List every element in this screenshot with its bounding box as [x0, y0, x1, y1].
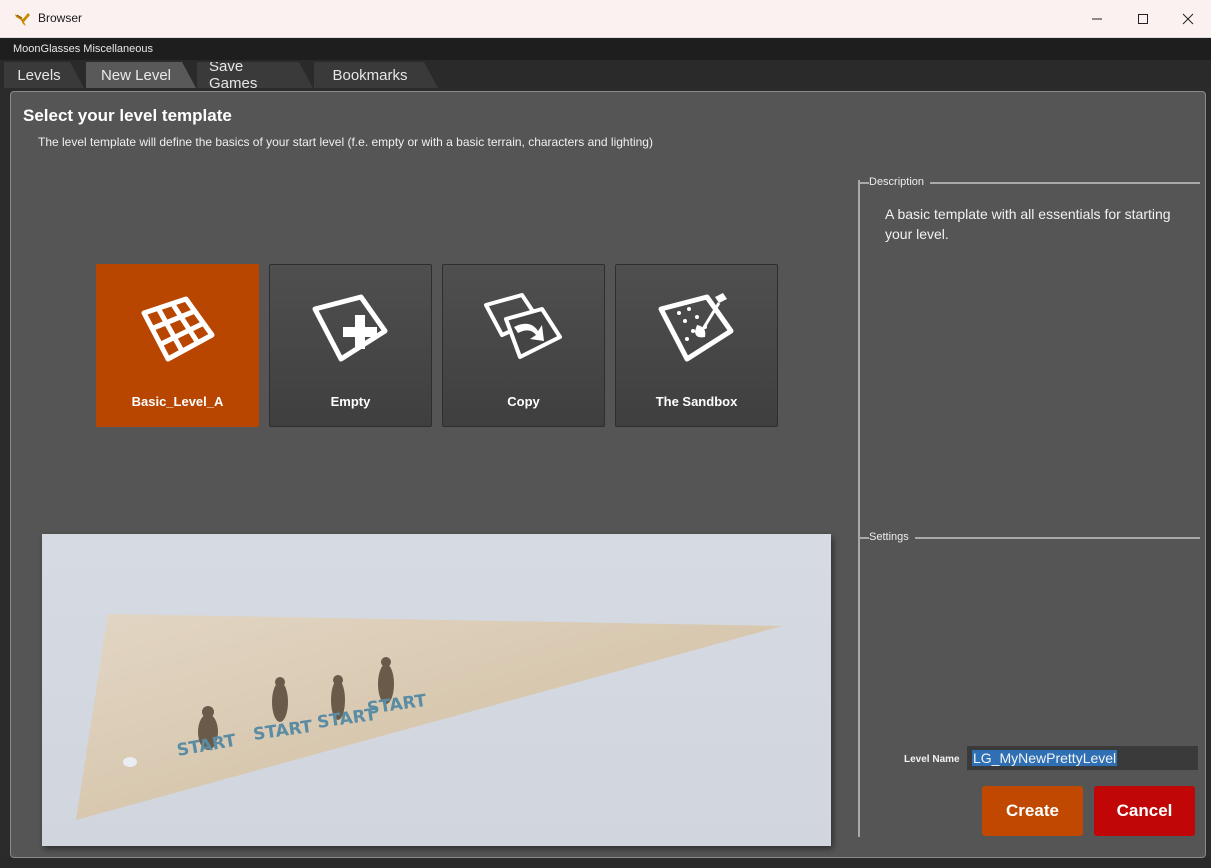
cancel-button[interactable]: Cancel: [1094, 786, 1195, 836]
template-preview-image: START START START START: [42, 534, 831, 846]
minimize-icon: [1092, 18, 1102, 20]
title-bar: Browser: [0, 0, 1211, 38]
maximize-icon: [1138, 14, 1148, 24]
close-icon: [1182, 13, 1194, 25]
tab-bookmarks[interactable]: Bookmarks: [314, 62, 438, 88]
settings-title: Settings: [869, 531, 915, 543]
tab-levels[interactable]: Levels: [4, 62, 84, 88]
template-the-sandbox[interactable]: The Sandbox: [615, 264, 778, 427]
template-label: The Sandbox: [655, 394, 738, 409]
maximize-button[interactable]: [1120, 0, 1166, 38]
template-empty[interactable]: Empty: [269, 264, 432, 427]
tab-new-level[interactable]: New Level: [86, 62, 196, 88]
tab-save-games[interactable]: Save Games: [197, 62, 313, 88]
vertical-divider: [858, 180, 860, 837]
preview-scene: START START START START: [76, 614, 782, 820]
page-subtitle: The level template will define the basic…: [38, 135, 653, 149]
grid-icon: [141, 296, 215, 362]
description-title: Description: [869, 176, 931, 188]
level-name-label: Level Name: [904, 754, 960, 765]
template-basic-level-a[interactable]: Basic_Level_A: [96, 264, 259, 427]
app-subtitle: MoonGlasses Miscellaneous: [13, 43, 154, 55]
description-text: A basic template with all essentials for…: [885, 206, 1171, 242]
sandbox-icon: [658, 293, 734, 362]
level-name-input[interactable]: LG_MyNewPrettyLevel: [967, 746, 1198, 770]
create-button[interactable]: Create: [982, 786, 1083, 836]
template-label: Empty: [330, 394, 371, 409]
window-title: Browser: [38, 11, 83, 25]
bottom-strip: [0, 858, 1211, 868]
template-label: Basic_Level_A: [131, 394, 224, 409]
page-title: Select your level template: [23, 106, 232, 125]
plus-icon: [312, 294, 388, 362]
template-label: Copy: [507, 394, 540, 409]
app-bar: MoonGlasses Miscellaneous: [0, 38, 1211, 60]
close-button[interactable]: [1165, 0, 1211, 38]
new-level-panel: Select your level template The level tem…: [10, 91, 1206, 858]
template-copy[interactable]: Copy: [442, 264, 605, 427]
level-name-value: LG_MyNewPrettyLevel: [972, 750, 1118, 766]
minimize-button[interactable]: [1074, 0, 1120, 38]
tab-strip: Levels New Level Save Games Bookmarks: [0, 60, 1211, 88]
app-logo-icon: [15, 13, 30, 26]
copy-icon: [484, 293, 562, 359]
